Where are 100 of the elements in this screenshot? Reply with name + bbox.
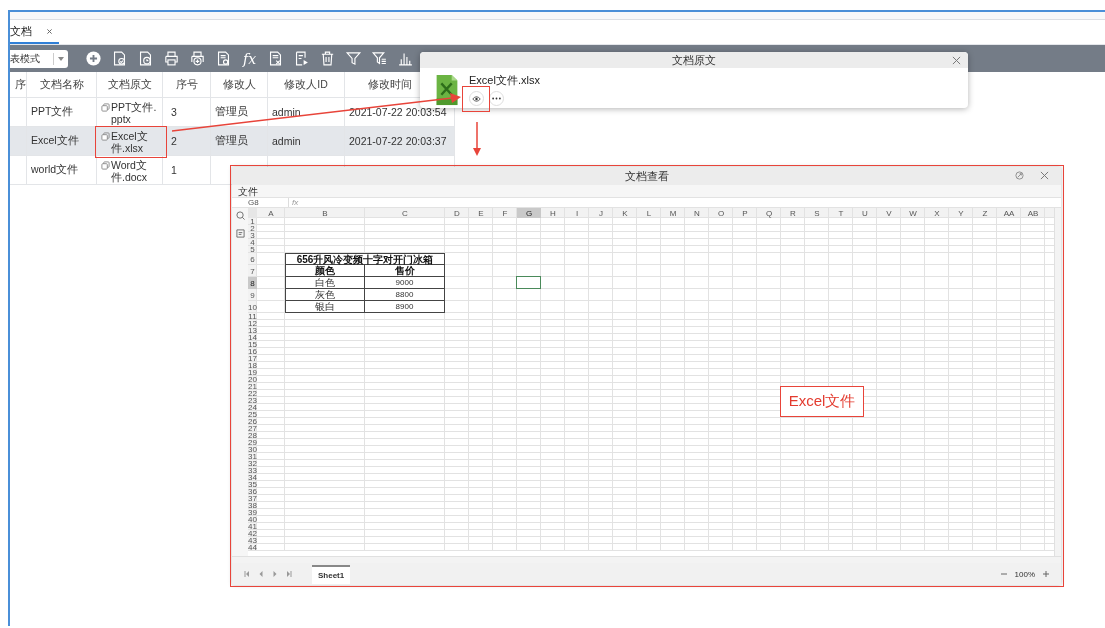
- column-header[interactable]: X: [925, 208, 949, 218]
- row-number[interactable]: 5: [248, 246, 257, 253]
- row-number[interactable]: 13: [248, 327, 257, 334]
- menu-item[interactable]: 文件: [238, 185, 258, 197]
- row-number[interactable]: 4: [248, 239, 257, 246]
- vertical-scrollbar[interactable]: [1054, 208, 1061, 556]
- row-number[interactable]: 27: [248, 425, 257, 432]
- last-sheet-icon[interactable]: [286, 571, 292, 577]
- document-check-icon[interactable]: [111, 50, 128, 67]
- row-number[interactable]: 21: [248, 383, 257, 390]
- column-header[interactable]: AA: [997, 208, 1021, 218]
- row-number[interactable]: 25: [248, 411, 257, 418]
- column-header[interactable]: L: [637, 208, 661, 218]
- row-number[interactable]: 1: [248, 218, 257, 225]
- row-number[interactable]: 3: [248, 232, 257, 239]
- row-number[interactable]: 26: [248, 418, 257, 425]
- column-header[interactable]: 序: [10, 72, 27, 98]
- row-number[interactable]: 20: [248, 376, 257, 383]
- column-header[interactable]: H: [541, 208, 565, 218]
- horizontal-scrollbar[interactable]: [232, 556, 1061, 563]
- column-header[interactable]: A: [257, 208, 285, 218]
- row-number[interactable]: 35: [248, 481, 257, 488]
- file-link[interactable]: PPT文件.pptx: [101, 101, 158, 125]
- row-number[interactable]: 31: [248, 453, 257, 460]
- column-header[interactable]: P: [733, 208, 757, 218]
- previous-sheet-icon[interactable]: [258, 571, 264, 577]
- view-mode-dropdown[interactable]: 表模式: [10, 49, 68, 68]
- file-link[interactable]: Excel文件.xlsx: [101, 130, 158, 154]
- column-header[interactable]: F: [493, 208, 517, 218]
- row-number[interactable]: 15: [248, 341, 257, 348]
- row-number[interactable]: 44: [248, 544, 257, 551]
- column-header[interactable]: T: [829, 208, 853, 218]
- column-header[interactable]: R: [781, 208, 805, 218]
- formula-button[interactable]: fx: [241, 50, 259, 67]
- file-link[interactable]: Word文件.docx: [101, 159, 158, 183]
- row-number[interactable]: 7: [248, 265, 257, 277]
- close-icon[interactable]: [46, 27, 53, 35]
- row-number[interactable]: 30: [248, 446, 257, 453]
- row-number[interactable]: 42: [248, 530, 257, 537]
- row-number[interactable]: 16: [248, 348, 257, 355]
- column-header[interactable]: U: [853, 208, 877, 218]
- column-header[interactable]: 修改人: [211, 72, 268, 98]
- row-number[interactable]: 22: [248, 390, 257, 397]
- row-number[interactable]: 24: [248, 404, 257, 411]
- row-number[interactable]: 28: [248, 432, 257, 439]
- row-number[interactable]: 8: [248, 277, 257, 289]
- zoom-out-icon[interactable]: [1000, 571, 1007, 577]
- row-number[interactable]: 36: [248, 488, 257, 495]
- column-header[interactable]: E: [469, 208, 493, 218]
- column-header[interactable]: J: [589, 208, 613, 218]
- document-clock-icon[interactable]: [137, 50, 154, 67]
- sheet-tab[interactable]: Sheet1: [312, 564, 351, 584]
- column-header[interactable]: Z: [973, 208, 997, 218]
- column-header[interactable]: I: [565, 208, 589, 218]
- filter-icon[interactable]: [345, 50, 363, 67]
- restore-icon[interactable]: [1015, 171, 1024, 180]
- column-header[interactable]: W: [901, 208, 925, 218]
- row-number[interactable]: 37: [248, 495, 257, 502]
- preview-button[interactable]: [469, 91, 484, 106]
- row-number[interactable]: 39: [248, 509, 257, 516]
- row-number[interactable]: 32: [248, 460, 257, 467]
- column-header[interactable]: 文档名称: [27, 72, 97, 98]
- column-header[interactable]: C: [365, 208, 445, 218]
- column-header[interactable]: Q: [757, 208, 781, 218]
- zoom-in-icon[interactable]: [1043, 571, 1049, 577]
- row-number[interactable]: 23: [248, 397, 257, 404]
- column-header[interactable]: N: [685, 208, 709, 218]
- row-number[interactable]: 10: [248, 301, 257, 313]
- column-header[interactable]: V: [877, 208, 901, 218]
- row-number[interactable]: 11: [248, 313, 257, 320]
- row-number[interactable]: 43: [248, 537, 257, 544]
- print-add-icon[interactable]: [189, 50, 206, 67]
- row-number[interactable]: 14: [248, 334, 257, 341]
- row-number[interactable]: 17: [248, 355, 257, 362]
- document-settings-icon[interactable]: [215, 50, 232, 67]
- row-number[interactable]: 18: [248, 362, 257, 369]
- row-number[interactable]: 6: [248, 253, 257, 265]
- column-header[interactable]: O: [709, 208, 733, 218]
- column-header[interactable]: B: [285, 208, 365, 218]
- row-number[interactable]: 40: [248, 516, 257, 523]
- first-sheet-icon[interactable]: [244, 571, 250, 577]
- row-number[interactable]: 38: [248, 502, 257, 509]
- column-header[interactable]: Y: [949, 208, 973, 218]
- column-header[interactable]: AB: [1021, 208, 1045, 218]
- search-icon[interactable]: [235, 211, 245, 220]
- column-header[interactable]: D: [445, 208, 469, 218]
- document-icon[interactable]: [235, 229, 245, 238]
- column-header[interactable]: S: [805, 208, 829, 218]
- column-header[interactable]: K: [613, 208, 637, 218]
- document-play-icon[interactable]: [293, 50, 311, 67]
- close-icon[interactable]: [1040, 171, 1049, 180]
- row-number[interactable]: 41: [248, 523, 257, 530]
- row-number[interactable]: 12: [248, 320, 257, 327]
- row-number[interactable]: 34: [248, 474, 257, 481]
- row-number[interactable]: 33: [248, 467, 257, 474]
- row-number[interactable]: 2: [248, 225, 257, 232]
- print-icon[interactable]: [163, 50, 180, 67]
- filter-list-icon[interactable]: [371, 50, 389, 67]
- close-icon[interactable]: [952, 56, 961, 65]
- row-number[interactable]: 9: [248, 289, 257, 301]
